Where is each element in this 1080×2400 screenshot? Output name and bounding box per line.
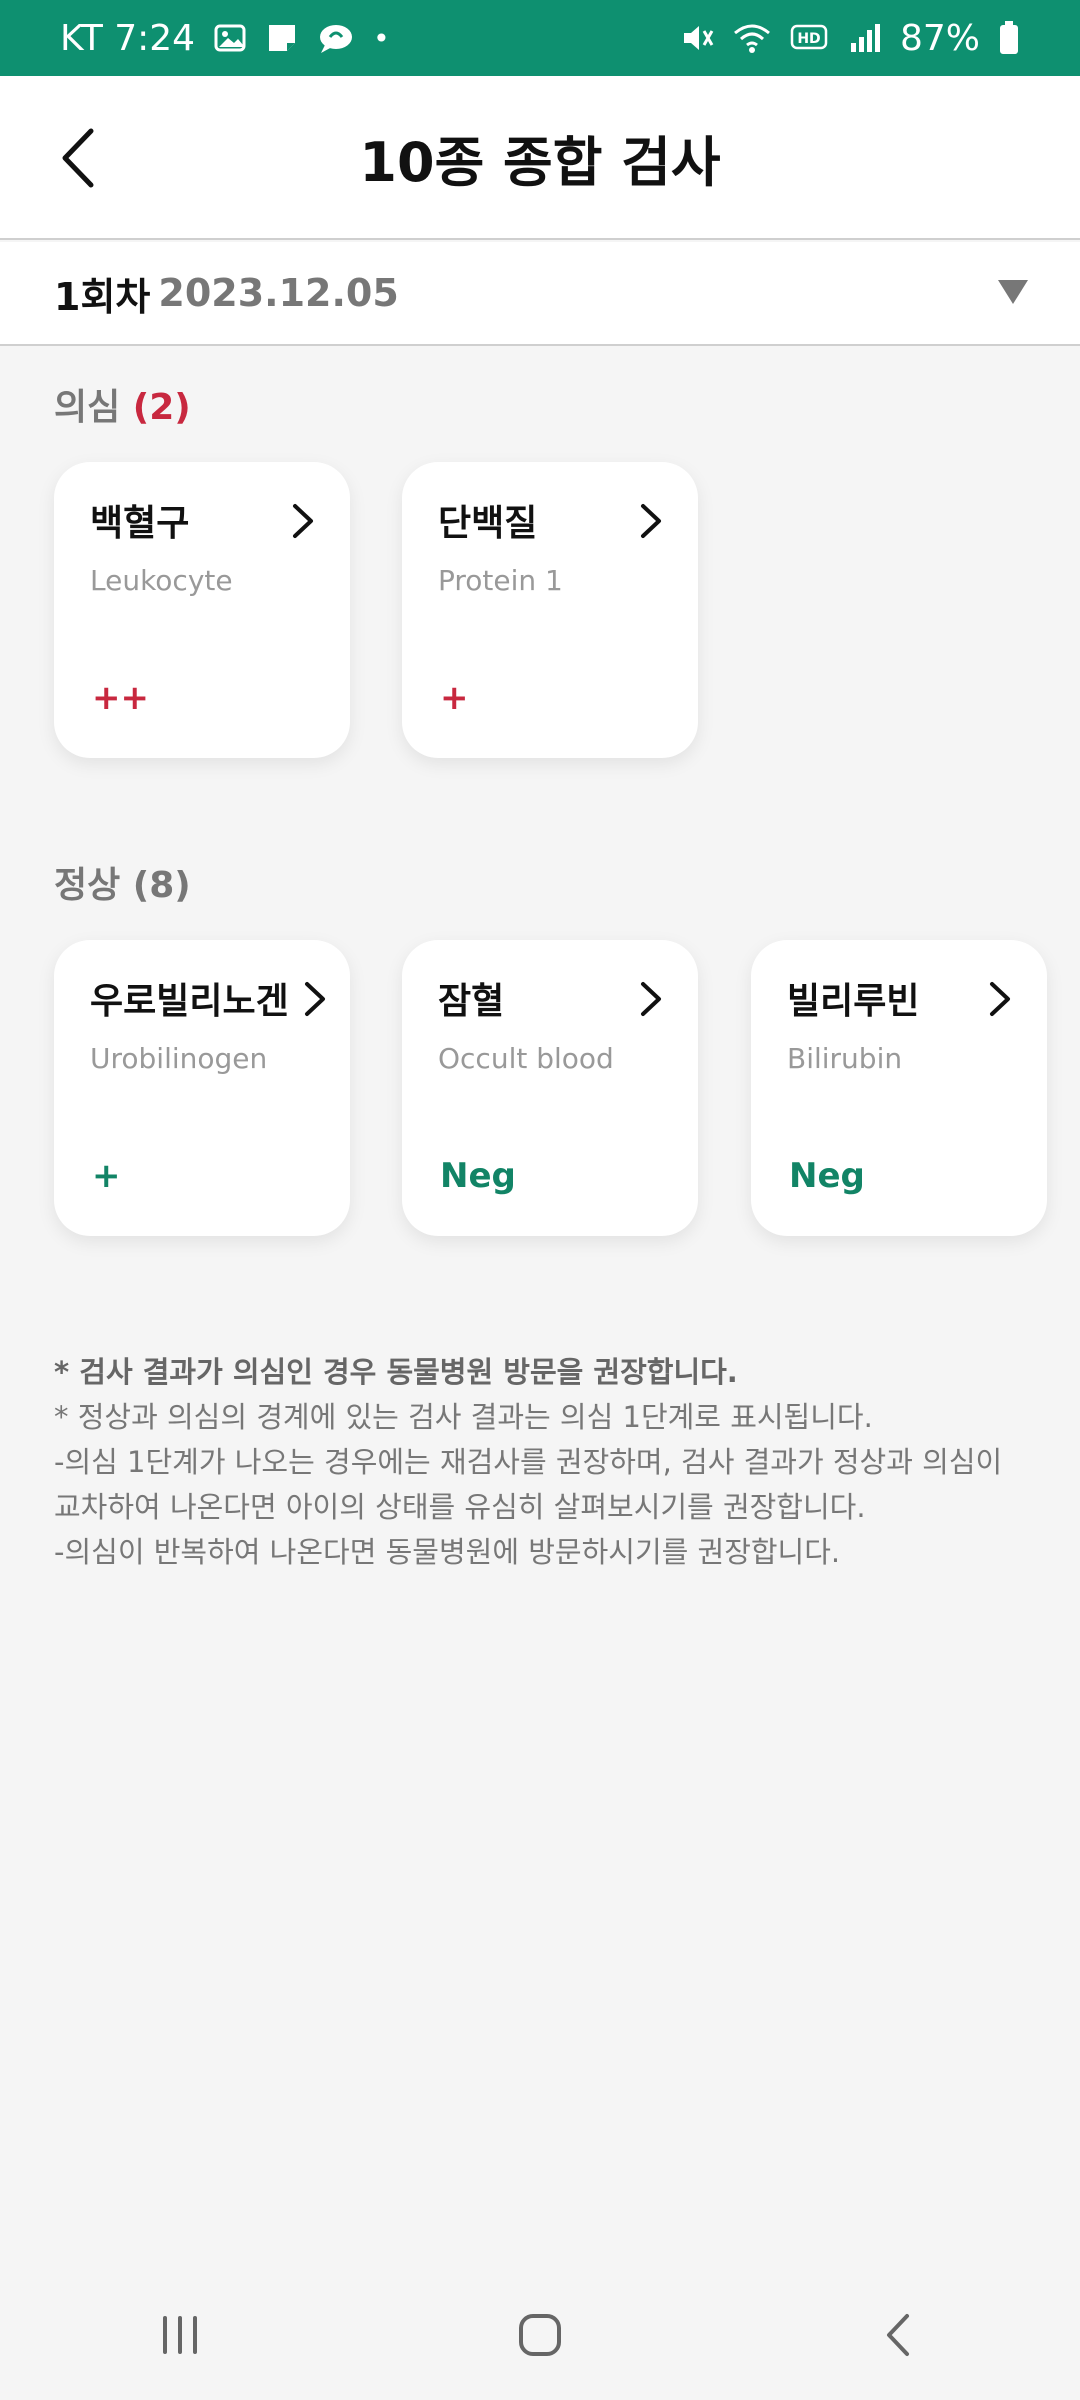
home-button[interactable] — [480, 2290, 600, 2380]
image-icon — [213, 21, 247, 55]
recent-apps-button[interactable] — [120, 2290, 240, 2380]
notice-line: 교차하여 나온다면 아이의 상태를 유심히 살펴보시기를 권장합니다. — [54, 1490, 866, 1524]
nav-back-button[interactable] — [840, 2290, 960, 2380]
status-dot: • — [373, 21, 390, 55]
chevron-right-icon — [290, 502, 316, 544]
chevron-right-icon — [638, 502, 664, 544]
notice-line: -의심 1단계가 나오는 경우에는 재검사를 권장하며, 검사 결과가 정상과 … — [54, 1445, 1003, 1479]
notice-line: -의심이 반복하여 나온다면 동물병원에 방문하시기를 권장합니다. — [54, 1535, 841, 1569]
result-card-bilirubin[interactable]: 빌리루빈 Bilirubin Neg — [751, 940, 1047, 1236]
chat-icon — [317, 21, 355, 55]
session-label: 1회차 — [54, 274, 151, 319]
recent-apps-icon — [163, 2316, 197, 2354]
chevron-right-icon — [638, 980, 664, 1022]
normal-count: (8) — [132, 865, 191, 906]
notice-text: * 검사 결과가 의심인 경우 동물병원 방문을 권장합니다. * 정상과 의심… — [54, 1350, 1034, 1575]
status-bar: KT 7:24 • HD 87% — [0, 0, 1080, 76]
card-subtitle: Urobilinogen — [90, 1042, 268, 1075]
suspect-title: 의심 — [54, 387, 121, 428]
carrier-time: KT 7:24 — [60, 17, 196, 59]
result-card-leukocyte[interactable]: 백혈구 Leukocyte ++ — [54, 462, 350, 758]
suspect-section-title: 의심 (2) — [54, 378, 191, 430]
page-title: 10종 종합 검사 — [359, 130, 721, 194]
mute-icon — [680, 21, 714, 55]
chevron-right-icon — [987, 980, 1013, 1022]
chevron-left-icon — [62, 128, 94, 188]
home-icon — [519, 2314, 561, 2356]
card-value: + — [92, 1156, 121, 1196]
normal-title: 정상 — [54, 865, 121, 906]
normal-section-title: 정상 (8) — [54, 856, 191, 908]
result-card-urobilinogen[interactable]: 우로빌리노겐 Urobilinogen + — [54, 940, 350, 1236]
note-icon — [265, 21, 299, 55]
card-value: Neg — [440, 1156, 516, 1196]
suspect-count: (2) — [132, 387, 191, 428]
back-arrow-icon — [887, 2314, 909, 2356]
svg-text:HD: HD — [797, 31, 820, 47]
system-nav-bar — [0, 2270, 1080, 2400]
chevron-right-icon — [302, 980, 328, 1022]
notice-line: * 정상과 의심의 경계에 있는 검사 결과는 의심 1단계로 표시됩니다. — [54, 1400, 873, 1434]
card-name: 잠혈 — [438, 981, 505, 1022]
signal-icon — [848, 21, 882, 55]
triangle-down-icon — [996, 278, 1030, 310]
card-subtitle: Leukocyte — [90, 564, 233, 597]
battery-icon — [998, 20, 1020, 56]
result-card-protein[interactable]: 단백질 Protein 1 + — [402, 462, 698, 758]
card-subtitle: Protein 1 — [438, 564, 563, 597]
card-name: 백혈구 — [90, 503, 190, 544]
card-value: Neg — [789, 1156, 865, 1196]
card-name: 우로빌리노겐 — [90, 981, 289, 1022]
app-header: 10종 종합 검사 — [0, 76, 1080, 240]
hd-icon: HD — [790, 23, 830, 53]
session-date: 2023.12.05 — [158, 271, 399, 315]
card-value: + — [440, 678, 469, 718]
wifi-icon — [732, 21, 772, 55]
card-value: ++ — [92, 678, 149, 718]
card-subtitle: Occult blood — [438, 1042, 614, 1075]
card-name: 단백질 — [438, 503, 538, 544]
session-selector[interactable]: 1회차 2023.12.05 — [0, 242, 1080, 346]
back-button[interactable] — [36, 116, 120, 200]
card-name: 빌리루빈 — [787, 981, 920, 1022]
result-card-occult-blood[interactable]: 잠혈 Occult blood Neg — [402, 940, 698, 1236]
battery-percent: 87% — [899, 17, 980, 59]
card-subtitle: Bilirubin — [787, 1042, 903, 1075]
notice-line: * 검사 결과가 의심인 경우 동물병원 방문을 권장합니다. — [54, 1355, 738, 1389]
